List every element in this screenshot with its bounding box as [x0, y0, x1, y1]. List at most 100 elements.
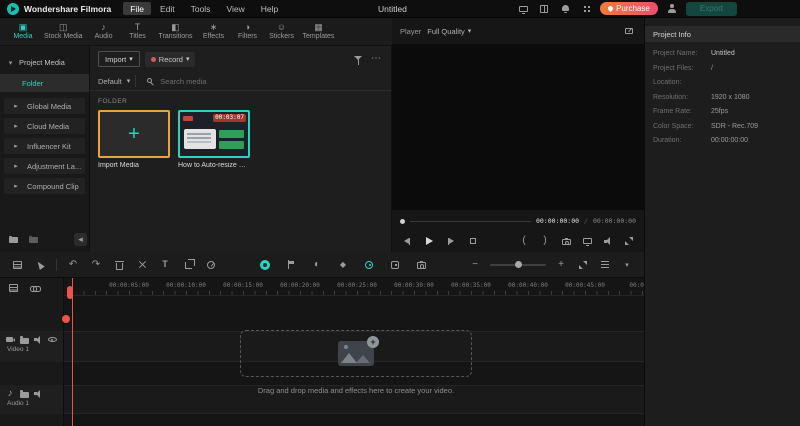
zoom-slider-handle[interactable] [515, 261, 522, 268]
clip-thumbnail[interactable]: 00:03:07 [178, 110, 250, 158]
tab-stickers[interactable]: ☺ Stickers [269, 23, 295, 40]
link-clips-icon[interactable] [28, 281, 42, 295]
account-avatar-icon[interactable] [665, 2, 679, 16]
tab-filters[interactable]: ◑ Filters [235, 23, 261, 40]
import-button[interactable]: Import [98, 51, 140, 67]
marker-icon[interactable] [284, 258, 298, 272]
menu-tools[interactable]: Tools [184, 2, 218, 15]
play-icon[interactable] [422, 234, 436, 248]
speed-icon[interactable] [204, 258, 218, 272]
detach-player-icon[interactable] [622, 24, 636, 38]
playhead-line[interactable] [72, 278, 73, 426]
sort-filter-icon[interactable] [351, 52, 365, 66]
track-folder-icon[interactable] [18, 334, 30, 345]
delete-folder-icon[interactable] [26, 232, 40, 246]
split-icon[interactable] [135, 258, 149, 272]
more-options-icon[interactable] [369, 52, 383, 66]
delete-icon[interactable] [112, 258, 126, 272]
tab-stock-media[interactable]: ◫ Stock Media [44, 23, 83, 40]
sidebar-item-influencer-kit[interactable]: Influencer Kit [4, 138, 85, 154]
zoom-out-icon[interactable] [468, 258, 482, 272]
quality-selector[interactable]: Full Quality [427, 26, 471, 36]
media-search-row: Default [90, 72, 391, 91]
tab-effects[interactable]: ∗ Effects [201, 23, 227, 40]
sidebar-item-project-media[interactable]: Project Media [0, 54, 89, 71]
sort-mode-value[interactable]: Default [98, 77, 122, 86]
fullscreen-icon[interactable] [622, 234, 636, 248]
menu-help[interactable]: Help [254, 2, 285, 15]
crop-icon[interactable] [181, 258, 195, 272]
menu-file[interactable]: File [123, 2, 151, 15]
record-button[interactable]: Record [145, 52, 196, 67]
video-track-header[interactable]: Video 1 [0, 331, 63, 362]
snapshot-icon[interactable] [414, 258, 428, 272]
timeline-ruler[interactable]: 00:00:05:00 00:00:10:00 00:00:15:00 00:0… [0, 278, 644, 296]
undo-icon[interactable] [66, 258, 80, 272]
media-clip-tile[interactable]: 00:03:07 How to Auto-resize Vi... [178, 110, 250, 169]
sidebar-item-global-media[interactable]: Global Media [4, 98, 85, 114]
playhead-grip[interactable] [62, 315, 70, 323]
notifications-bell-icon[interactable] [558, 2, 572, 16]
mute-track-icon[interactable] [32, 334, 44, 345]
tab-titles[interactable]: T Titles [125, 23, 151, 40]
audio-track-header[interactable]: Audio 1 [0, 385, 63, 414]
mask-icon[interactable] [310, 258, 324, 272]
record-voiceover-icon[interactable] [258, 258, 272, 272]
sidebar-item-compound-clip[interactable]: Compound Clip [4, 178, 85, 194]
tab-media[interactable]: ▣ Media [10, 23, 36, 40]
fit-timeline-icon[interactable] [576, 258, 590, 272]
zoom-slider[interactable] [490, 264, 546, 266]
stop-icon[interactable] [466, 234, 480, 248]
menu-view[interactable]: View [219, 2, 251, 15]
ruler-label: 00:00:20:00 [280, 282, 320, 289]
display-icon[interactable] [580, 234, 594, 248]
search-input[interactable] [160, 77, 383, 86]
scrubber-track[interactable] [410, 221, 531, 222]
export-button[interactable]: Export [686, 2, 737, 16]
next-frame-icon[interactable] [444, 234, 458, 248]
import-media-tile[interactable]: + Import Media [98, 110, 170, 169]
mark-in-icon[interactable] [517, 234, 531, 248]
new-folder-icon[interactable] [6, 232, 20, 246]
sidebar-item-cloud-media[interactable]: Cloud Media [4, 118, 85, 134]
tab-audio[interactable]: ♪ Audio [91, 23, 117, 40]
video-camera-icon[interactable] [4, 334, 16, 345]
select-tool-icon[interactable] [33, 258, 47, 272]
apps-grid-icon[interactable] [579, 2, 593, 16]
cast-screen-icon[interactable] [516, 2, 530, 16]
collapse-sidebar-button[interactable] [74, 233, 87, 246]
manage-tracks-icon[interactable] [10, 258, 24, 272]
mute-track-icon[interactable] [32, 388, 44, 399]
layout-icon[interactable] [537, 2, 551, 16]
project-info-rows: Project Name: Untitled Project Files: / … [645, 42, 800, 144]
zoom-in-icon[interactable] [554, 258, 568, 272]
ruler-label: 00:00:10:00 [166, 282, 206, 289]
chroma-key-icon[interactable] [388, 258, 402, 272]
scrubber-handle[interactable] [400, 219, 405, 224]
menu-edit[interactable]: Edit [153, 2, 182, 15]
playhead-handle[interactable] [67, 286, 73, 299]
mark-out-icon[interactable] [538, 234, 552, 248]
keyframe-icon[interactable] [336, 258, 350, 272]
import-media-dropzone[interactable]: + [98, 110, 170, 158]
sidebar-item-adjustment-layer[interactable]: Adjustment La... [4, 158, 85, 174]
sidebar-item-folder[interactable]: Folder [0, 74, 89, 92]
redo-icon[interactable] [89, 258, 103, 272]
add-track-icon[interactable] [6, 281, 20, 295]
track-folder-icon[interactable] [18, 388, 30, 399]
preview-viewport[interactable] [392, 44, 644, 210]
previous-frame-icon[interactable] [400, 234, 414, 248]
add-media-plus-icon[interactable]: + [367, 336, 379, 348]
chevron-down-icon[interactable] [620, 258, 634, 272]
purchase-button[interactable]: Purchase [600, 2, 658, 15]
tab-templates[interactable]: ▦ Templates [303, 23, 335, 40]
text-tool-icon[interactable] [158, 258, 172, 272]
track-view-toggle-icon[interactable] [598, 258, 612, 272]
tab-transitions[interactable]: ◧ Transitions [159, 23, 193, 40]
motion-tracking-icon[interactable] [362, 258, 376, 272]
volume-icon[interactable] [601, 234, 615, 248]
timeline-dropzone[interactable]: + [240, 330, 472, 377]
music-note-icon[interactable] [4, 388, 16, 399]
snapshot-camera-icon[interactable] [559, 234, 573, 248]
hide-track-eye-icon[interactable] [46, 334, 58, 345]
